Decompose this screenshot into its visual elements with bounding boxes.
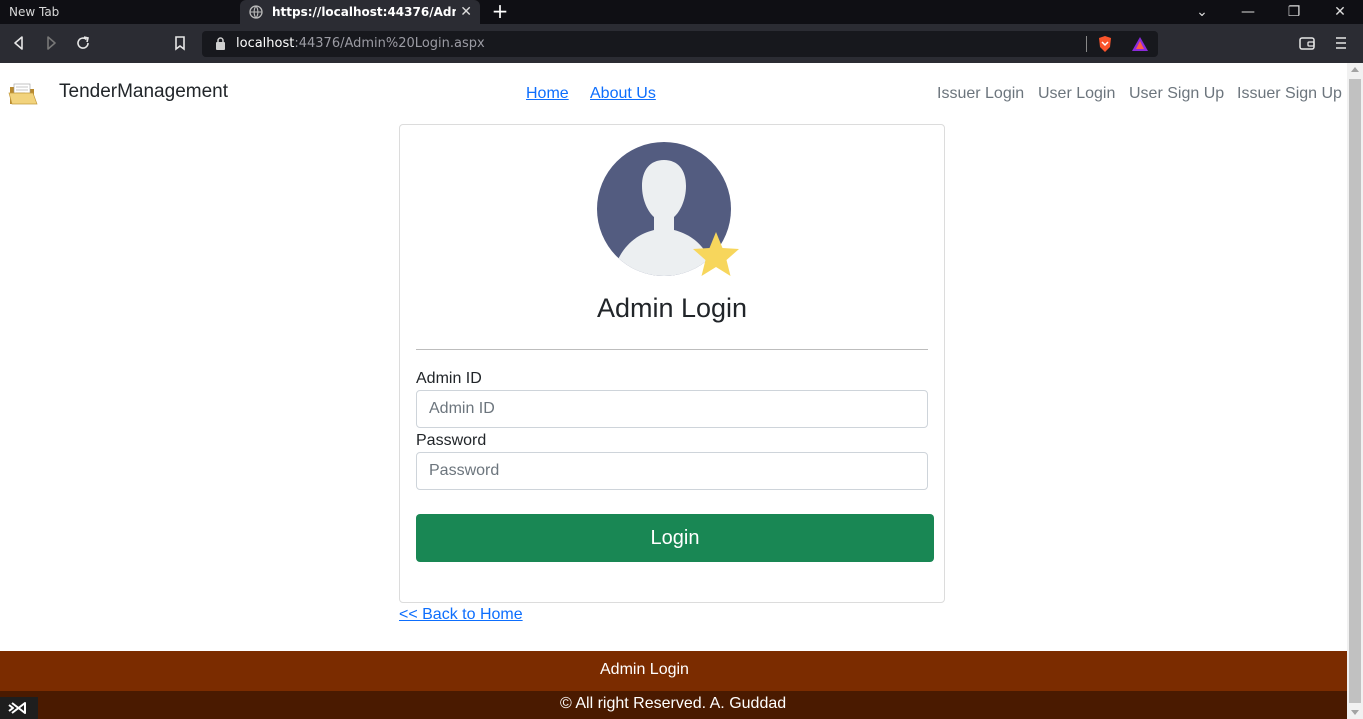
wallet-icon[interactable] xyxy=(1297,33,1317,53)
scroll-up-icon[interactable] xyxy=(1351,67,1359,72)
new-tab-button[interactable]: + xyxy=(490,0,510,24)
url-path: :44376/Admin%20Login.aspx xyxy=(294,36,485,51)
bookmark-icon[interactable] xyxy=(170,33,190,53)
scroll-down-icon[interactable] xyxy=(1351,710,1359,715)
admin-avatar-icon xyxy=(597,142,739,276)
login-card: Admin Login Admin ID Password Login xyxy=(399,124,945,603)
footer-title: Admin Login xyxy=(600,661,689,678)
forward-icon[interactable] xyxy=(41,33,61,53)
nav-link-user-sign-up[interactable]: User Sign Up xyxy=(1129,85,1224,103)
url-separator xyxy=(1086,36,1087,52)
url-text: localhost:44376/Admin%20Login.aspx xyxy=(236,31,485,57)
footer-title-bar: Admin Login xyxy=(0,651,1347,691)
nav-link-issuer-login[interactable]: Issuer Login xyxy=(937,85,1024,103)
admin-id-input[interactable] xyxy=(416,390,928,428)
vertical-scrollbar[interactable] xyxy=(1347,63,1363,719)
menu-icon[interactable] xyxy=(1331,33,1351,53)
tab-label: New Tab xyxy=(9,5,60,19)
footer-copyright-bar: © All right Reserved. A. Guddad xyxy=(0,691,1347,719)
brave-rewards-icon[interactable] xyxy=(1131,36,1149,52)
admin-id-label: Admin ID xyxy=(416,370,482,387)
tab-admin-login[interactable]: https://localhost:44376/Admin Lo ✕ xyxy=(240,0,480,24)
tab-search-icon[interactable]: ⌄ xyxy=(1182,0,1222,24)
login-title: Admin Login xyxy=(596,293,748,323)
footer-copyright: © All right Reserved. A. Guddad xyxy=(560,695,787,712)
restore-icon[interactable]: ❐ xyxy=(1274,0,1314,24)
address-bar[interactable]: localhost:44376/Admin%20Login.aspx xyxy=(202,31,1158,57)
tab-close-icon[interactable]: ✕ xyxy=(460,0,472,24)
brand-name[interactable]: TenderManagement xyxy=(59,81,228,103)
nav-link-issuer-sign-up[interactable]: Issuer Sign Up xyxy=(1237,85,1342,103)
scrollbar-thumb[interactable] xyxy=(1349,79,1361,703)
password-label: Password xyxy=(416,432,487,449)
divider xyxy=(416,349,928,350)
page-content: TenderManagement Home About Us Issuer Lo… xyxy=(0,63,1347,719)
url-host: localhost xyxy=(236,36,295,51)
nav-link-about-us[interactable]: About Us xyxy=(590,85,656,103)
tab-new-tab[interactable]: New Tab xyxy=(0,0,238,24)
password-input[interactable] xyxy=(416,452,928,490)
minimize-icon[interactable]: — xyxy=(1228,0,1268,24)
back-to-home-link[interactable]: << Back to Home xyxy=(399,606,523,624)
reload-icon[interactable] xyxy=(73,33,93,53)
brave-shield-icon[interactable] xyxy=(1097,35,1113,53)
visual-studio-icon[interactable] xyxy=(0,697,38,719)
nav-link-home[interactable]: Home xyxy=(526,85,569,103)
globe-icon xyxy=(249,5,263,19)
login-button[interactable]: Login xyxy=(416,514,934,562)
tab-title: https://localhost:44376/Admin Lo xyxy=(272,5,456,19)
close-window-icon[interactable]: ✕ xyxy=(1320,0,1360,24)
nav-link-user-login[interactable]: User Login xyxy=(1038,85,1115,103)
folder-logo-icon[interactable] xyxy=(8,81,38,107)
browser-tab-bar: New Tab https://localhost:44376/Admin Lo… xyxy=(0,0,1363,24)
back-icon[interactable] xyxy=(9,33,29,53)
lock-icon xyxy=(216,37,225,50)
